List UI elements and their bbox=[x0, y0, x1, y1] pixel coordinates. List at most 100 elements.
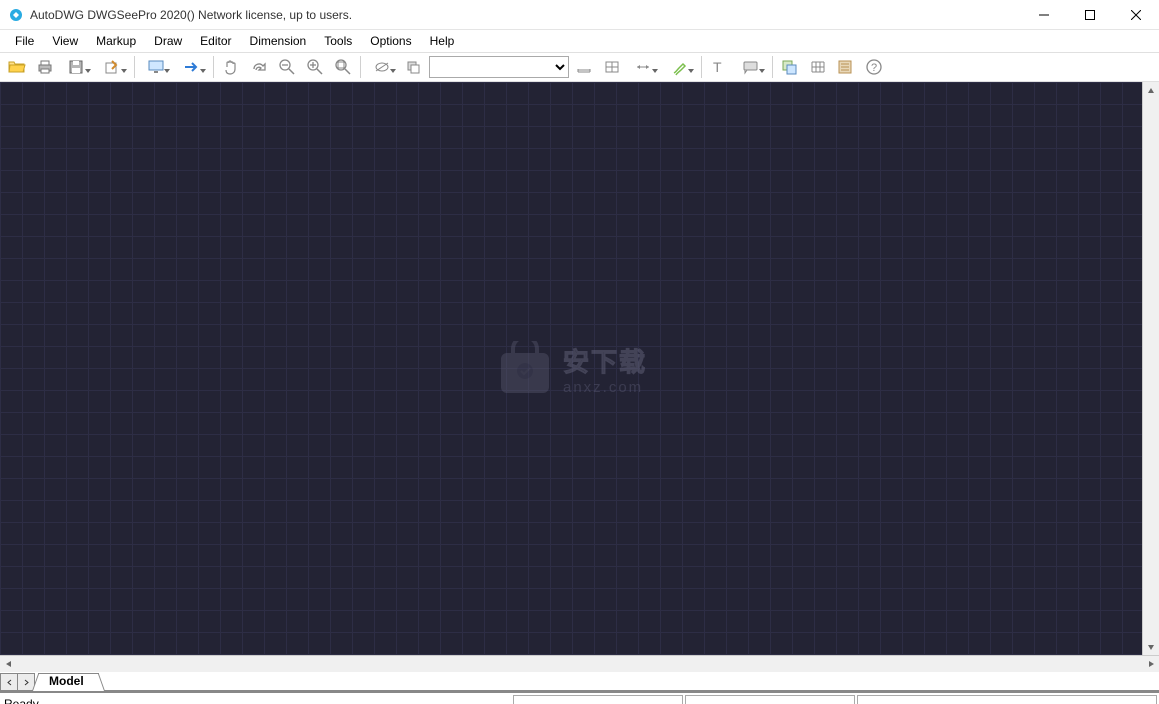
menubar: File View Markup Draw Editor Dimension T… bbox=[0, 30, 1159, 52]
watermark: 安下载 anxz.com bbox=[495, 341, 647, 397]
titlebar: AutoDWG DWGSeePro 2020() Network license… bbox=[0, 0, 1159, 30]
redo-button[interactable] bbox=[246, 54, 272, 80]
toolbar-separator bbox=[360, 56, 361, 78]
menu-dimension[interactable]: Dimension bbox=[241, 32, 316, 50]
zoom-out-button[interactable] bbox=[274, 54, 300, 80]
workspace: 安下载 anxz.com bbox=[0, 82, 1159, 655]
copy-icon bbox=[405, 59, 423, 75]
printer-icon bbox=[36, 59, 54, 75]
export-icon bbox=[104, 59, 122, 75]
chevron-down-icon bbox=[200, 69, 206, 73]
export-button[interactable] bbox=[96, 54, 130, 80]
maximize-button[interactable] bbox=[1067, 0, 1113, 30]
status-panel-2 bbox=[685, 695, 855, 704]
scroll-down-button[interactable] bbox=[1143, 638, 1159, 655]
comment-icon bbox=[742, 59, 760, 75]
zoom-in-icon bbox=[306, 58, 324, 76]
toolbar: T ? bbox=[0, 52, 1159, 82]
area-icon bbox=[603, 59, 621, 75]
save-button[interactable] bbox=[60, 54, 94, 80]
area-button[interactable] bbox=[599, 54, 625, 80]
osnap-button[interactable] bbox=[365, 54, 399, 80]
arrow-right-icon bbox=[183, 59, 201, 75]
layer-select[interactable] bbox=[429, 56, 569, 78]
tab-label: Model bbox=[49, 674, 84, 688]
menu-markup[interactable]: Markup bbox=[87, 32, 145, 50]
menu-editor[interactable]: Editor bbox=[191, 32, 240, 50]
chevron-down-icon bbox=[164, 69, 170, 73]
grid-icon bbox=[809, 59, 827, 75]
markup-pen-button[interactable] bbox=[663, 54, 697, 80]
menu-draw[interactable]: Draw bbox=[145, 32, 191, 50]
menu-tools[interactable]: Tools bbox=[315, 32, 361, 50]
properties-icon bbox=[837, 59, 855, 75]
close-button[interactable] bbox=[1113, 0, 1159, 30]
zoom-window-icon bbox=[334, 58, 352, 76]
brush-icon bbox=[671, 58, 689, 76]
toolbar-separator bbox=[772, 56, 773, 78]
chevron-down-icon bbox=[652, 69, 658, 73]
sheet-tabs: Model bbox=[0, 672, 1159, 692]
osnap-icon bbox=[373, 59, 391, 75]
svg-text:T: T bbox=[713, 59, 722, 75]
monitor-icon bbox=[147, 59, 165, 75]
tab-prev-button[interactable] bbox=[0, 673, 18, 691]
tab-model[interactable]: Model bbox=[38, 673, 99, 691]
save-icon bbox=[68, 59, 86, 75]
app-icon bbox=[8, 7, 24, 23]
watermark-main: 安下载 bbox=[563, 342, 647, 379]
print-button[interactable] bbox=[32, 54, 58, 80]
chevron-down-icon bbox=[390, 69, 396, 73]
chevron-down-icon bbox=[759, 69, 765, 73]
scroll-left-button[interactable] bbox=[0, 656, 17, 673]
chevron-down-icon bbox=[85, 69, 91, 73]
dimension-button[interactable] bbox=[627, 54, 661, 80]
menu-help[interactable]: Help bbox=[421, 32, 464, 50]
open-button[interactable] bbox=[4, 54, 30, 80]
status-panel-1 bbox=[513, 695, 683, 704]
chevron-down-icon bbox=[121, 69, 127, 73]
minimize-button[interactable] bbox=[1021, 0, 1067, 30]
redo-icon bbox=[250, 59, 268, 75]
toolbar-separator bbox=[213, 56, 214, 78]
watermark-sub: anxz.com bbox=[563, 379, 647, 396]
zoom-in-button[interactable] bbox=[302, 54, 328, 80]
scroll-right-button[interactable] bbox=[1142, 656, 1159, 673]
status-text: Ready bbox=[0, 697, 513, 704]
ruler-icon bbox=[575, 59, 593, 75]
menu-options[interactable]: Options bbox=[361, 32, 420, 50]
tab-filler bbox=[99, 690, 1159, 691]
drawing-canvas[interactable]: 安下载 anxz.com bbox=[0, 82, 1142, 655]
screen-button[interactable] bbox=[139, 54, 173, 80]
scroll-up-button[interactable] bbox=[1143, 82, 1159, 99]
text-icon: T bbox=[710, 59, 728, 75]
dimension-icon bbox=[635, 59, 653, 75]
menu-view[interactable]: View bbox=[43, 32, 87, 50]
grid-button[interactable] bbox=[805, 54, 831, 80]
toolbar-separator bbox=[134, 56, 135, 78]
hand-icon bbox=[222, 58, 240, 76]
pan-button[interactable] bbox=[218, 54, 244, 80]
comment-button[interactable] bbox=[734, 54, 768, 80]
layers-button[interactable] bbox=[777, 54, 803, 80]
distance-button[interactable] bbox=[571, 54, 597, 80]
properties-button[interactable] bbox=[833, 54, 859, 80]
bag-icon bbox=[495, 341, 555, 397]
zoom-out-icon bbox=[278, 58, 296, 76]
toolbar-separator bbox=[701, 56, 702, 78]
svg-text:?: ? bbox=[871, 62, 877, 74]
status-panel-3 bbox=[857, 695, 1157, 704]
arrow-button[interactable] bbox=[175, 54, 209, 80]
folder-open-icon bbox=[8, 59, 26, 75]
help-icon: ? bbox=[865, 58, 883, 76]
copy-button[interactable] bbox=[401, 54, 427, 80]
text-button[interactable]: T bbox=[706, 54, 732, 80]
horizontal-scrollbar[interactable] bbox=[0, 655, 1159, 672]
help-button[interactable]: ? bbox=[861, 54, 887, 80]
zoom-window-button[interactable] bbox=[330, 54, 356, 80]
layers-icon bbox=[781, 59, 799, 75]
vertical-scrollbar[interactable] bbox=[1142, 82, 1159, 655]
statusbar: Ready bbox=[0, 692, 1159, 704]
menu-file[interactable]: File bbox=[6, 32, 43, 50]
window-title: AutoDWG DWGSeePro 2020() Network license… bbox=[30, 8, 1021, 22]
